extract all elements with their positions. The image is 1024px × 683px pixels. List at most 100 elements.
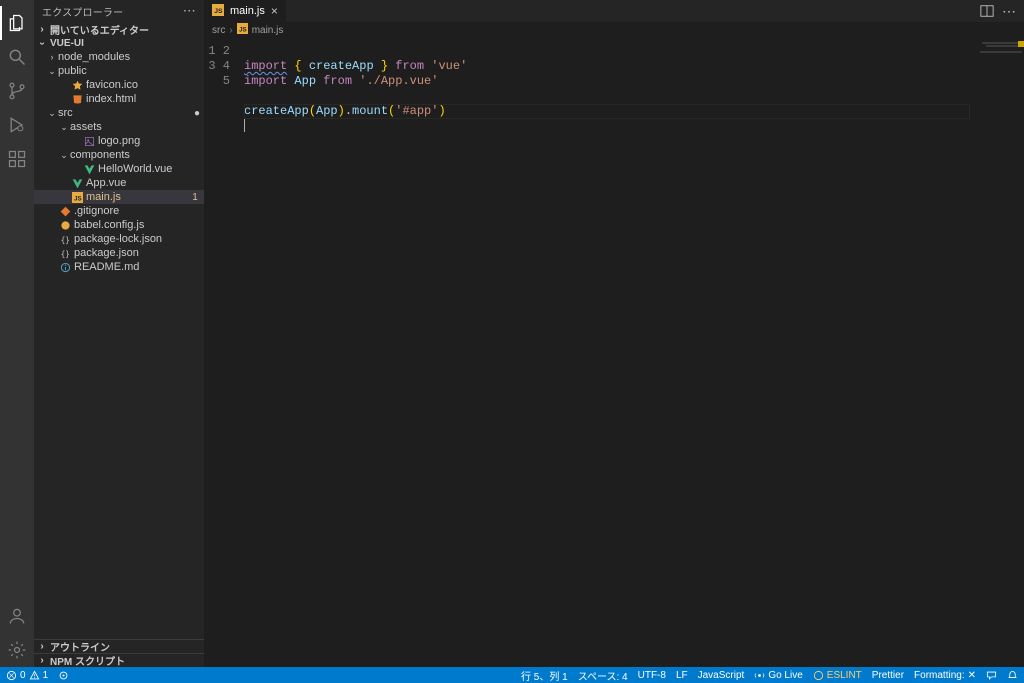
status-bell[interactable] [1007,670,1018,681]
modified-dot-icon: ● [194,108,200,119]
tree-item-label: main.js [86,191,190,203]
tree-file[interactable]: JSmain.js1 [34,190,204,204]
status-feedback[interactable] [986,670,997,681]
section-npm[interactable]: › NPM スクリプト [34,653,204,667]
search-icon [7,47,27,67]
status-formatting[interactable]: Formatting: ✕ [914,670,976,681]
tree-folder[interactable]: ⌄src● [34,106,204,120]
tree-item-label: public [58,65,200,77]
tab-main-js[interactable]: JS main.js × [204,0,287,22]
status-language[interactable]: JavaScript [698,670,745,681]
close-icon[interactable]: × [271,4,278,18]
activity-scm[interactable] [0,74,34,108]
status-prettier[interactable]: Prettier [872,670,904,681]
section-open-editors-label: 開いているエディター [50,22,149,37]
sidebar-title: エクスプローラー [42,4,123,19]
tree-item-label: .gitignore [74,205,200,217]
tree-file[interactable]: favicon.ico [34,78,204,92]
js-icon: JS [237,23,248,37]
status-encoding[interactable]: UTF-8 [638,670,666,681]
breadcrumb-part[interactable]: main.js [252,25,284,36]
tree-item-label: README.md [74,261,200,273]
branch-icon [7,81,27,101]
json-icon: {} [58,234,72,245]
activity-settings[interactable] [0,633,34,667]
svg-text:JS: JS [74,195,82,202]
git-icon [58,206,72,217]
text-cursor [244,119,245,132]
tree-file[interactable]: logo.png [34,134,204,148]
tree-file[interactable]: {}package-lock.json [34,232,204,246]
code-editor[interactable]: 1 2 3 4 5 import { createApp } from 'vue… [204,38,1024,667]
section-outline-label: アウトライン [50,639,110,654]
chevron-right-icon: › [36,641,48,652]
gear-icon [7,640,27,660]
workbench: エクスプローラー ⋯ › 開いているエディター › VUE-UI ›node_m… [0,0,1024,667]
tab-actions: ⋯ [980,0,1024,22]
tab-bar: JS main.js × ⋯ [204,0,1024,22]
line-gutter: 1 2 3 4 5 [204,38,244,667]
image-icon [82,136,96,147]
tree-item-label: logo.png [98,135,200,147]
tree-file[interactable]: {} package.json [34,246,204,260]
chevron-down-icon: ⌄ [58,150,70,161]
play-bug-icon [7,115,27,135]
tree-item-label: assets [70,121,200,133]
svg-text:{}: {} [60,235,69,244]
status-eol[interactable]: LF [676,670,688,681]
minimap[interactable] [970,38,1024,667]
tree-file[interactable]: .gitignore [34,204,204,218]
chevron-right-icon: › [229,25,232,36]
code-content[interactable]: import { createApp } from 'vue' import A… [244,38,1024,667]
status-port-forward[interactable] [58,670,69,681]
vue-icon [82,164,96,175]
activity-extensions[interactable] [0,142,34,176]
tree-folder[interactable]: ⌄public [34,64,204,78]
tree-file[interactable]: babel.config.js [34,218,204,232]
tree-folder[interactable]: ›node_modules [34,50,204,64]
sidebar-more-icon[interactable]: ⋯ [183,6,196,16]
more-actions-icon[interactable]: ⋯ [1002,3,1016,20]
breadcrumb[interactable]: src › JS main.js [204,22,1024,38]
chevron-right-icon: › [46,52,58,62]
tree-folder[interactable]: ⌄assets [34,120,204,134]
sidebar: エクスプローラー ⋯ › 開いているエディター › VUE-UI ›node_m… [34,0,204,667]
section-outline[interactable]: › アウトライン [34,639,204,653]
activity-account[interactable] [0,599,34,633]
editor-area: JS main.js × ⋯ src › JS main.js 1 2 3 4 … [204,0,1024,667]
tree-item-label: src [58,107,194,119]
chevron-down-icon: ⌄ [58,122,70,133]
svg-text:{}: {} [60,249,69,258]
chevron-down-icon: ⌄ [46,108,58,119]
activity-search[interactable] [0,40,34,74]
section-project[interactable]: › VUE-UI [34,36,204,50]
status-spaces[interactable]: スペース: 4 [578,668,628,683]
tree-folder[interactable]: ⌄components [34,148,204,162]
tree-file[interactable]: App.vue [34,176,204,190]
tree-item-label: package.json [74,247,200,259]
tree-item-label: favicon.ico [86,79,200,91]
status-eslint[interactable]: ESLINT [813,670,862,681]
files-icon [7,13,27,33]
status-golive[interactable]: Go Live [754,670,802,681]
overview-warning-marker[interactable] [1018,41,1024,47]
split-editor-icon[interactable] [980,4,994,18]
tree-file[interactable]: README.md [34,260,204,274]
tree-item-label: babel.config.js [74,219,200,231]
svg-text:JS: JS [239,26,247,33]
tree-file[interactable]: index.html [34,92,204,106]
activity-run[interactable] [0,108,34,142]
breadcrumb-part[interactable]: src [212,25,225,36]
status-problems[interactable]: 0 1 [6,670,48,681]
project-name: VUE-UI [50,38,84,49]
chevron-right-icon: › [36,24,48,35]
sidebar-bottom: › アウトライン › NPM スクリプト [34,639,204,667]
status-cursor[interactable]: 行 5、列 1 [521,668,568,683]
section-open-editors[interactable]: › 開いているエディター [34,22,204,36]
warning-icon [29,670,40,681]
app-root: エクスプローラー ⋯ › 開いているエディター › VUE-UI ›node_m… [0,0,1024,683]
svg-text:JS: JS [214,8,223,15]
activity-explorer[interactable] [0,6,34,40]
formatting-x-icon: ✕ [968,670,976,681]
tree-file[interactable]: HelloWorld.vue [34,162,204,176]
